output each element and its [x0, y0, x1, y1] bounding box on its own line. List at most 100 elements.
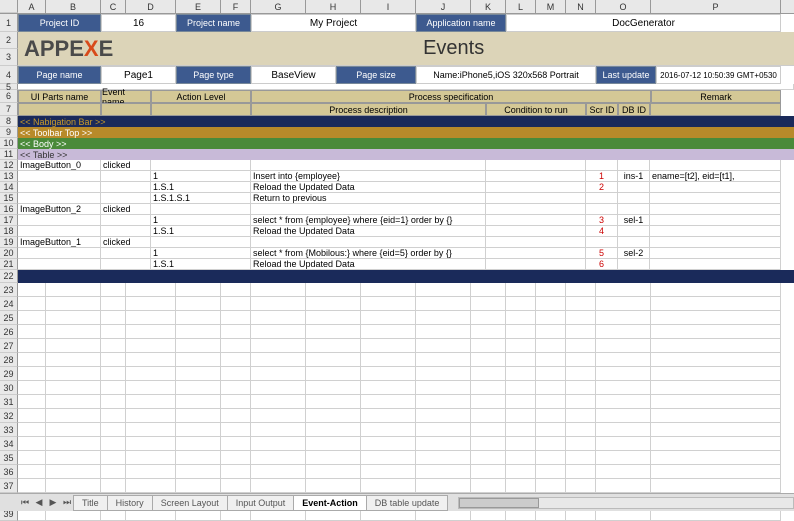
- empty-cell[interactable]: [18, 437, 46, 451]
- empty-cell[interactable]: [306, 325, 361, 339]
- section-table[interactable]: << Table >>: [18, 149, 794, 160]
- empty-cell[interactable]: [361, 367, 416, 381]
- empty-cell[interactable]: [651, 409, 781, 423]
- cell-ui[interactable]: [18, 193, 101, 204]
- empty-cell[interactable]: [506, 423, 536, 437]
- empty-cell[interactable]: [471, 437, 506, 451]
- row-num-9[interactable]: 9: [0, 127, 18, 138]
- empty-cell[interactable]: [361, 395, 416, 409]
- sheet-tab-event-action[interactable]: Event-Action: [293, 495, 367, 511]
- col-K[interactable]: K: [471, 0, 506, 13]
- row-num[interactable]: 33: [0, 423, 18, 437]
- empty-cell[interactable]: [506, 409, 536, 423]
- empty-cell[interactable]: [101, 465, 126, 479]
- cell-level[interactable]: 1.S.1: [151, 259, 251, 270]
- cell-level[interactable]: [151, 204, 251, 215]
- cell-ui[interactable]: ImageButton_1: [18, 237, 101, 248]
- empty-cell[interactable]: [651, 381, 781, 395]
- cell-event[interactable]: clicked: [101, 160, 151, 171]
- empty-cell[interactable]: [101, 297, 126, 311]
- empty-cell[interactable]: [251, 409, 306, 423]
- empty-cell[interactable]: [596, 311, 651, 325]
- empty-cell[interactable]: [471, 367, 506, 381]
- cell-level[interactable]: 1: [151, 248, 251, 259]
- empty-cell[interactable]: [536, 479, 566, 493]
- empty-cell[interactable]: [471, 465, 506, 479]
- empty-cell[interactable]: [101, 311, 126, 325]
- empty-cell[interactable]: [251, 395, 306, 409]
- cell-desc[interactable]: Insert into {employee}: [251, 171, 486, 182]
- row-num[interactable]: 28: [0, 353, 18, 367]
- empty-cell[interactable]: [596, 423, 651, 437]
- cell-desc[interactable]: [251, 204, 486, 215]
- empty-cell[interactable]: [18, 395, 46, 409]
- col-O[interactable]: O: [596, 0, 651, 13]
- empty-cell[interactable]: [566, 451, 596, 465]
- empty-cell[interactable]: [596, 381, 651, 395]
- empty-cell[interactable]: [651, 437, 781, 451]
- empty-cell[interactable]: [596, 465, 651, 479]
- section-navbar[interactable]: << Nabigation Bar >>: [18, 116, 794, 127]
- cell-remark[interactable]: [650, 248, 781, 259]
- col-P[interactable]: P: [651, 0, 781, 13]
- empty-cell[interactable]: [651, 451, 781, 465]
- cell-ui[interactable]: [18, 171, 101, 182]
- empty-cell[interactable]: [651, 423, 781, 437]
- empty-cell[interactable]: [251, 451, 306, 465]
- row-num[interactable]: 24: [0, 297, 18, 311]
- empty-cell[interactable]: [651, 353, 781, 367]
- empty-cell[interactable]: [101, 353, 126, 367]
- empty-cell[interactable]: [651, 283, 781, 297]
- empty-cell[interactable]: [251, 479, 306, 493]
- empty-cell[interactable]: [221, 311, 251, 325]
- empty-cell[interactable]: [46, 367, 101, 381]
- empty-cell[interactable]: [251, 353, 306, 367]
- empty-cell[interactable]: [471, 311, 506, 325]
- empty-cell[interactable]: [126, 479, 176, 493]
- cell-remark[interactable]: [650, 193, 781, 204]
- empty-cell[interactable]: [18, 283, 46, 297]
- empty-cell[interactable]: [221, 283, 251, 297]
- empty-cell[interactable]: [101, 437, 126, 451]
- empty-cell[interactable]: [18, 465, 46, 479]
- empty-cell[interactable]: [18, 353, 46, 367]
- cell-db[interactable]: [618, 204, 650, 215]
- empty-cell[interactable]: [506, 367, 536, 381]
- empty-cell[interactable]: [536, 409, 566, 423]
- empty-cell[interactable]: [126, 395, 176, 409]
- cell-scr[interactable]: 3: [586, 215, 618, 226]
- empty-cell[interactable]: [251, 311, 306, 325]
- empty-cell[interactable]: [361, 479, 416, 493]
- row-num[interactable]: 30: [0, 381, 18, 395]
- empty-cell[interactable]: [471, 283, 506, 297]
- empty-cell[interactable]: [18, 451, 46, 465]
- empty-cell[interactable]: [221, 367, 251, 381]
- empty-cell[interactable]: [506, 465, 536, 479]
- empty-cell[interactable]: [416, 437, 471, 451]
- cell-db[interactable]: sel-1: [618, 215, 650, 226]
- cell-db[interactable]: [618, 160, 650, 171]
- row-num[interactable]: 13: [0, 171, 18, 182]
- cell-remark[interactable]: [650, 215, 781, 226]
- empty-cell[interactable]: [416, 311, 471, 325]
- empty-cell[interactable]: [596, 395, 651, 409]
- row-num-6[interactable]: 6: [0, 90, 18, 103]
- empty-cell[interactable]: [506, 381, 536, 395]
- empty-cell[interactable]: [536, 339, 566, 353]
- cell-cond[interactable]: [486, 248, 586, 259]
- horizontal-scrollbar[interactable]: [458, 497, 794, 509]
- cell-event[interactable]: [101, 171, 151, 182]
- row-num[interactable]: 19: [0, 237, 18, 248]
- empty-cell[interactable]: [306, 465, 361, 479]
- row-num[interactable]: 17: [0, 215, 18, 226]
- row-num-10[interactable]: 10: [0, 138, 18, 149]
- row-num[interactable]: 15: [0, 193, 18, 204]
- col-B[interactable]: B: [46, 0, 101, 13]
- empty-cell[interactable]: [101, 325, 126, 339]
- empty-cell[interactable]: [596, 409, 651, 423]
- empty-cell[interactable]: [306, 367, 361, 381]
- sheet-tab-input-output[interactable]: Input Output: [227, 495, 295, 511]
- empty-cell[interactable]: [46, 311, 101, 325]
- empty-cell[interactable]: [46, 325, 101, 339]
- cell-cond[interactable]: [486, 204, 586, 215]
